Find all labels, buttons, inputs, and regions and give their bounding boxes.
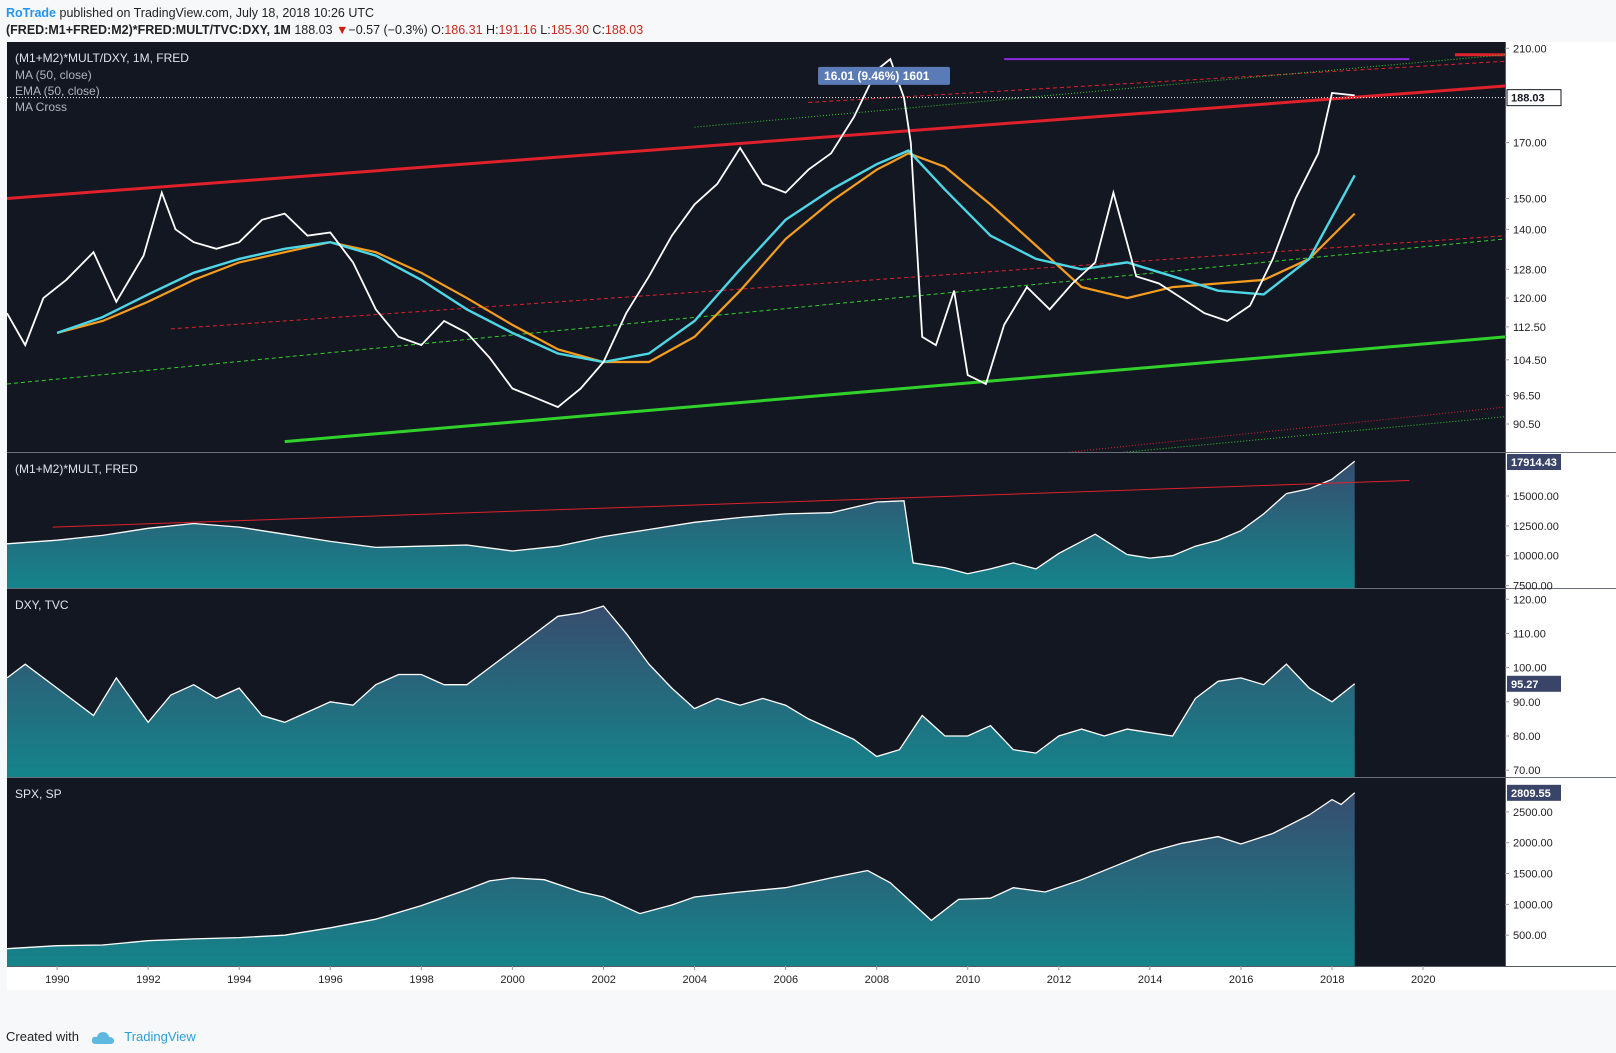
pane-title: (M1+M2)*MULT, FRED bbox=[15, 462, 138, 476]
pane-title: SPX, SP bbox=[15, 787, 62, 801]
y-tick-label: 90.00 bbox=[1513, 697, 1541, 709]
last-value-label: 17914.43 bbox=[1511, 457, 1557, 469]
last-value-label: 2809.55 bbox=[1511, 788, 1551, 800]
y-tick-label: 170.00 bbox=[1513, 138, 1547, 150]
low-value: 185.30 bbox=[550, 23, 589, 37]
y-tick-label: 110.00 bbox=[1513, 628, 1546, 640]
x-tick-label: 1992 bbox=[136, 974, 160, 986]
y-tick-label: 96.50 bbox=[1513, 390, 1541, 402]
x-tick-label: 2018 bbox=[1320, 974, 1344, 986]
y-tick-label: 2500.00 bbox=[1513, 807, 1553, 819]
y-tick-label: 10000.00 bbox=[1513, 551, 1559, 563]
legend-item: MA (50, close) bbox=[15, 68, 92, 82]
y-tick-label: 1000.00 bbox=[1513, 899, 1553, 911]
down-arrow-icon: ▼ bbox=[336, 23, 349, 37]
y-tick-label: 12500.00 bbox=[1513, 521, 1559, 533]
author-link[interactable]: RoTrade bbox=[6, 6, 56, 20]
x-tick-label: 1996 bbox=[318, 974, 342, 986]
x-tick-label: 2000 bbox=[500, 974, 524, 986]
y-tick-label: 80.00 bbox=[1513, 731, 1541, 743]
y-tick-label: 120.00 bbox=[1513, 594, 1547, 606]
y-tick-label: 7500.00 bbox=[1513, 581, 1553, 593]
x-tick-label: 2004 bbox=[683, 974, 707, 986]
y-tick-label: 210.00 bbox=[1513, 43, 1547, 55]
x-tick-label: 2020 bbox=[1411, 974, 1435, 986]
published-text: published on TradingView.com, July 18, 2… bbox=[59, 6, 375, 20]
high-label: H: bbox=[486, 23, 499, 37]
legend-item: MA Cross bbox=[15, 100, 67, 114]
y-tick-label: 15000.00 bbox=[1513, 491, 1559, 503]
y-tick-label: 1500.00 bbox=[1513, 869, 1553, 881]
publish-line: RoTrade published on TradingView.com, Ju… bbox=[6, 4, 374, 22]
tradingview-link[interactable]: TradingView bbox=[124, 1029, 196, 1044]
high-value: 191.16 bbox=[498, 23, 537, 37]
last-price: 188.03 bbox=[294, 23, 333, 37]
price-change: −0.57 (−0.3%) bbox=[348, 23, 428, 37]
pane1-title: (M1+M2)*MULT/DXY, 1M, FRED bbox=[15, 51, 189, 65]
y-tick-label: 150.00 bbox=[1513, 194, 1547, 206]
y-tick-label: 100.00 bbox=[1513, 663, 1547, 675]
measure-label: 16.01 (9.46%) 1601 bbox=[824, 69, 930, 83]
y-tick-label: 90.50 bbox=[1513, 419, 1541, 431]
x-tick-label: 2010 bbox=[956, 974, 980, 986]
y-tick-label: 104.50 bbox=[1513, 355, 1547, 367]
y-tick-label: 128.00 bbox=[1513, 264, 1547, 276]
price-scale-background bbox=[1505, 42, 1616, 966]
legend-item: EMA (50, close) bbox=[15, 84, 100, 98]
created-with-text: Created with bbox=[6, 1029, 79, 1044]
open-label: O: bbox=[431, 23, 445, 37]
x-tick-label: 2016 bbox=[1229, 974, 1253, 986]
x-tick-label: 2014 bbox=[1138, 974, 1162, 986]
x-tick-label: 2012 bbox=[1047, 974, 1071, 986]
symbol-bar: (FRED:M1+FRED:M2)*FRED:MULT/TVC:DXY, 1M … bbox=[6, 21, 643, 39]
pane-title: DXY, TVC bbox=[15, 598, 69, 612]
x-tick-label: 1998 bbox=[409, 974, 433, 986]
x-tick-label: 2008 bbox=[865, 974, 889, 986]
last-value-label: 188.03 bbox=[1511, 93, 1545, 105]
open-value: 186.31 bbox=[444, 23, 483, 37]
y-tick-label: 2000.00 bbox=[1513, 838, 1553, 850]
symbol-name: (FRED:M1+FRED:M2)*FRED:MULT/TVC:DXY, 1M bbox=[6, 23, 291, 37]
y-tick-label: 500.00 bbox=[1513, 930, 1547, 942]
chart-area[interactable]: 16.01 (9.46%) 1601 (M1+M2)*MULT/DXY, 1M, … bbox=[0, 42, 1616, 1017]
y-tick-label: 120.00 bbox=[1513, 293, 1547, 305]
y-tick-label: 112.50 bbox=[1513, 322, 1546, 334]
y-tick-label: 140.00 bbox=[1513, 224, 1547, 236]
last-value-label: 95.27 bbox=[1511, 679, 1539, 691]
close-value: 188.03 bbox=[604, 23, 644, 37]
x-tick-label: 1990 bbox=[45, 974, 69, 986]
footer: Created with TradingView bbox=[6, 1027, 196, 1047]
x-tick-label: 1994 bbox=[227, 974, 251, 986]
x-tick-label: 2006 bbox=[774, 974, 798, 986]
x-tick-label: 2002 bbox=[591, 974, 615, 986]
y-tick-label: 70.00 bbox=[1513, 765, 1541, 777]
close-label: C: bbox=[592, 23, 605, 37]
tradingview-cloud-icon bbox=[91, 1031, 114, 1044]
low-label: L: bbox=[540, 23, 551, 37]
